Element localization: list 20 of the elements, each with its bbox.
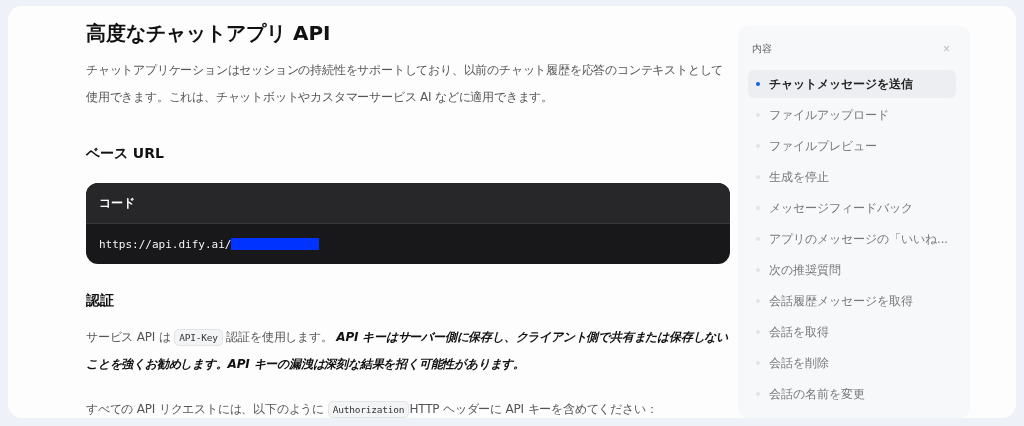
toc-item[interactable]: 会話を取得 (748, 318, 956, 346)
toc-item[interactable]: ファイルアップロード (748, 101, 956, 129)
toc-item[interactable]: 会話を削除 (748, 349, 956, 377)
toc-title: 内容 (752, 42, 772, 56)
toc-item[interactable]: ファイルプレビュー (748, 132, 956, 160)
page-title: 高度なチャットアプリ API (86, 20, 332, 47)
toc-item[interactable]: 会話履歴メッセージを取得 (748, 287, 956, 315)
section-heading: ベース URL (86, 145, 165, 163)
toc-item[interactable]: 生成を停止 (748, 163, 956, 191)
intro-paragraph: チャットアプリケーションはセッションの持続性をサポートしており、以前のチャット履歴を応答のコンテキストとして使用できます。これは、チャットボットやカスタマーサービス AI などに適用できます。 (86, 62, 725, 106)
toc-item[interactable]: メッセージフィードバック (748, 194, 956, 222)
header-paragraph: すべての API リクエストには、以下のように Authorization HTTP ヘッダーに API キーを含めてください： (86, 400, 659, 418)
auth-paragraph: サービス API は API-Key 認証を使用します。 API キーはサーバー側に保存し、クライアント側で共有または保存しないことを強くお勧めします。API キーの漏洩は深刻な結果を招く可能性があります。 (86, 328, 730, 373)
toc-item[interactable]: 次の推奨質問 (748, 256, 956, 284)
toc-item[interactable]: チャットメッセージを送信 (748, 70, 956, 98)
code-label: コード (99, 194, 135, 212)
code-text: https://api.dify.ai/ (99, 237, 232, 251)
toc-item[interactable]: 会話の名前を変更 (748, 380, 956, 408)
toc-item[interactable]: アプリのメッセージの「いいね... (748, 225, 956, 253)
section-heading: 認証 (86, 292, 115, 310)
